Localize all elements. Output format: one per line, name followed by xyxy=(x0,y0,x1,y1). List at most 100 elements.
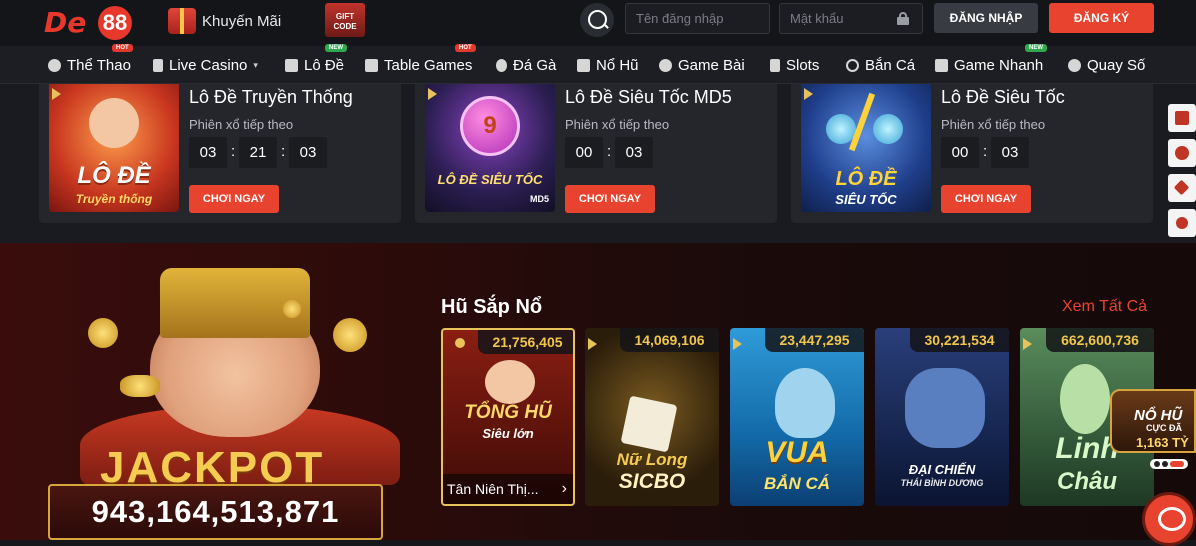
lottery-title: Lô Đề Truyền Thống xyxy=(189,87,353,107)
game-art-subtitle: BẮN CÁ xyxy=(763,474,831,493)
timer-seconds: 03 xyxy=(991,137,1029,168)
gold-coin-icon xyxy=(88,318,118,348)
timer-minutes: 21 xyxy=(239,137,277,168)
messenger-link[interactable] xyxy=(1168,139,1196,167)
target-icon xyxy=(846,58,859,72)
chevron-down-icon: ▾ xyxy=(253,59,258,70)
next-draw-label: Phiên xổ tiếp theo xyxy=(189,117,294,132)
top-header: De 88 Khuyến Mãi GIFT CODE ĐĂNG NHẬP ĐĂN… xyxy=(0,0,1196,46)
nav-label: Thể Thao xyxy=(67,56,131,74)
nav-item-jackpot[interactable]: Nổ Hũ xyxy=(577,46,639,84)
timer-seconds: 03 xyxy=(615,137,653,168)
see-all-link[interactable]: Xem Tất Cả xyxy=(1062,298,1147,316)
floating-jackpot-amount: 1,163 TỶ xyxy=(1136,435,1189,450)
timer-colon: : xyxy=(231,143,236,160)
nav-label: Game Bài xyxy=(678,56,745,74)
lottery-card: 9 LÔ ĐỀ SIÊU TỐC MD5 Lô Đề Siêu Tốc MD5 … xyxy=(415,84,777,223)
floating-jackpot-subtitle: CỰC ĐÃ xyxy=(1146,423,1182,433)
lottery-title: Lô Đề Siêu Tốc xyxy=(941,87,1065,107)
card-icon xyxy=(153,58,163,72)
nav-label: Table Games xyxy=(384,56,473,74)
nav-item-live-casino[interactable]: Live Casino ▾ xyxy=(153,46,258,84)
nav-item-fast-games[interactable]: Game Nhanh NEW xyxy=(935,44,1047,84)
nav-item-lottery[interactable]: Lô Đề NEW xyxy=(285,44,347,84)
lottery-thumbnail[interactable]: LÔ ĐỀ SIÊU TỐC xyxy=(801,84,931,212)
timer-colon: : xyxy=(607,143,612,160)
nav-item-slots[interactable]: Slots xyxy=(770,46,819,84)
game-art-title: Nữ Long xyxy=(616,450,688,469)
floating-jackpot-title: NỔ HŨ xyxy=(1134,407,1183,424)
dice-icon xyxy=(620,395,678,453)
nav-item-card-games[interactable]: Game Bài xyxy=(659,46,745,84)
timer-colon: : xyxy=(281,143,286,160)
username-field[interactable] xyxy=(625,3,770,34)
register-button[interactable]: ĐĂNG KÝ xyxy=(1049,3,1154,33)
soccer-ball-icon xyxy=(48,58,61,72)
floating-jackpot-widget[interactable]: NỔ HŨ CỰC ĐÃ 1,163 TỶ xyxy=(1106,383,1196,475)
new-badge: NEW xyxy=(1025,44,1047,52)
site-logo[interactable]: De 88 xyxy=(40,2,150,42)
logo-88-badge: 88 xyxy=(98,6,132,40)
facebook-link[interactable] xyxy=(1168,104,1196,132)
telegram-icon xyxy=(1173,179,1190,196)
nav-label: Slots xyxy=(786,56,820,74)
play-now-button[interactable]: CHƠI NGAY xyxy=(941,185,1031,213)
telegram-link[interactable] xyxy=(1168,174,1196,202)
live-chat-icon[interactable] xyxy=(1142,492,1196,546)
nav-label: Quay Số xyxy=(1087,56,1146,74)
login-button[interactable]: ĐĂNG NHẬP xyxy=(934,3,1038,33)
jackpot-game-card[interactable]: 14,069,106 Nữ Long SICBO xyxy=(585,328,719,506)
thumb-subtitle: Truyền thống xyxy=(75,192,153,206)
lottery-thumbnail[interactable]: 9 LÔ ĐỀ SIÊU TỐC MD5 xyxy=(425,84,555,212)
number-ball: 9 xyxy=(460,96,520,156)
nav-label: Đá Gà xyxy=(513,56,557,74)
play-badge-icon xyxy=(428,88,437,100)
main-nav: Thể Thao HOT Live Casino ▾ Lô Đề NEW Tab… xyxy=(0,44,1196,84)
lottery-thumbnail[interactable]: LÔ ĐỀ Truyền thống xyxy=(49,84,179,212)
thumb-title: LÔ ĐỀ xyxy=(77,162,151,189)
facebook-icon xyxy=(1175,111,1189,125)
nav-label: Nổ Hũ xyxy=(596,56,639,74)
thumb-subtitle: SIÊU TỐC xyxy=(835,192,897,207)
group-icon xyxy=(1176,217,1188,229)
gold-coin-icon xyxy=(333,318,367,352)
nav-item-cockfight[interactable]: Đá Gà xyxy=(496,46,556,84)
nav-item-table-games[interactable]: Table Games HOT xyxy=(365,44,476,84)
thumb-title: LÔ ĐỀ SIÊU TỐC xyxy=(437,172,543,187)
play-now-button[interactable]: CHƠI NGAY xyxy=(565,185,655,213)
nav-item-sports[interactable]: Thể Thao HOT xyxy=(48,44,133,84)
search-icon[interactable] xyxy=(580,3,614,37)
gold-coin-icon xyxy=(283,300,301,318)
jackpot-game-card[interactable]: 21,756,405 TỔNG HŨ Siêu lớn Tân Niên Thị… xyxy=(441,328,575,506)
community-link[interactable] xyxy=(1168,209,1196,237)
lottery-card: LÔ ĐỀ SIÊU TỐC Lô Đề Siêu Tốc Phiên xổ t… xyxy=(791,84,1153,223)
giftcode-button[interactable]: GIFT CODE xyxy=(325,3,365,37)
game-art-title: ĐẠI CHIẾN xyxy=(908,462,976,477)
dragon-icon xyxy=(1060,364,1110,434)
hot-badge: HOT xyxy=(455,44,476,52)
nav-item-lottery-draw[interactable]: Quay Số xyxy=(1068,46,1145,84)
nav-item-fishing[interactable]: Bắn Cá xyxy=(846,46,915,84)
calendar-icon xyxy=(285,58,298,72)
game-caption-bar: Tân Niên Thị... › xyxy=(443,474,573,504)
nav-label: Live Casino xyxy=(169,56,248,74)
next-draw-label: Phiên xổ tiếp theo xyxy=(565,117,670,132)
jackpot-game-card[interactable]: 30,221,534 ĐẠI CHIẾN THÁI BÌNH DƯƠNG xyxy=(875,328,1009,506)
game-art-subtitle: SICBO xyxy=(618,470,686,493)
gold-ingot-icon xyxy=(120,375,160,397)
promotions-link[interactable]: Khuyến Mãi xyxy=(168,5,281,37)
play-now-button[interactable]: CHƠI NGAY xyxy=(189,185,279,213)
chevron-right-icon: › xyxy=(561,480,567,497)
lottery-icon xyxy=(1068,58,1081,72)
jackpot-game-card[interactable]: 23,447,295 VUA BẮN CÁ xyxy=(730,328,864,506)
slot-machine-icon xyxy=(577,58,590,72)
play-badge-icon xyxy=(1023,338,1032,350)
jackpot-amount: 662,600,736 xyxy=(1046,328,1154,352)
promotions-label: Khuyến Mãi xyxy=(202,12,282,30)
thumb-subtitle: MD5 xyxy=(529,194,549,204)
carousel-dots[interactable] xyxy=(1150,459,1188,469)
rooster-icon xyxy=(496,58,507,72)
nav-label: Bắn Cá xyxy=(865,56,916,74)
jackpot-total: 943,164,513,871 xyxy=(48,484,383,540)
timer-minutes: 00 xyxy=(565,137,603,168)
